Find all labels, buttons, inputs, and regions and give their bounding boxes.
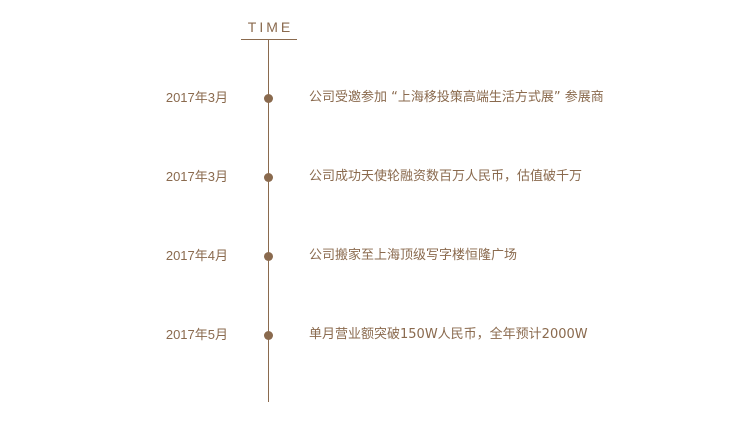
entry-description: 公司搬家至上海顶级写字楼恒隆广场 (309, 248, 518, 263)
entry-date: 2017年5月 (165, 327, 228, 342)
timeline-dot-icon (264, 94, 273, 103)
timeline-entry: 2017年4月 公司搬家至上海顶级写字楼恒隆广场 (0, 246, 750, 266)
timeline-entry: 2017年5月 单月营业额突破150W人民币，全年预计2000W (0, 325, 750, 345)
entry-description: 公司受邀参加 “上海移投策高端生活方式展” 参展商 (309, 90, 604, 105)
timeline-entry: 2017年3月 公司成功天使轮融资数百万人民币，估值破千万 (0, 167, 750, 187)
timeline-dot-icon (264, 252, 273, 261)
entry-date: 2017年3月 (165, 90, 228, 105)
entry-date: 2017年3月 (165, 169, 228, 184)
timeline-header: TIME (241, 18, 297, 40)
timeline-dot-icon (264, 173, 273, 182)
entry-description: 单月营业额突破150W人民币，全年预计2000W (309, 327, 588, 342)
timeline-dot-icon (264, 331, 273, 340)
title-underline (241, 39, 297, 40)
entry-date: 2017年4月 (165, 248, 228, 263)
timeline-title: TIME (247, 19, 294, 35)
timeline: TIME 2017年3月 公司受邀参加 “上海移投策高端生活方式展” 参展商 2… (0, 0, 750, 432)
timeline-entry: 2017年3月 公司受邀参加 “上海移投策高端生活方式展” 参展商 (0, 88, 750, 108)
entry-description: 公司成功天使轮融资数百万人民币，估值破千万 (309, 169, 583, 184)
